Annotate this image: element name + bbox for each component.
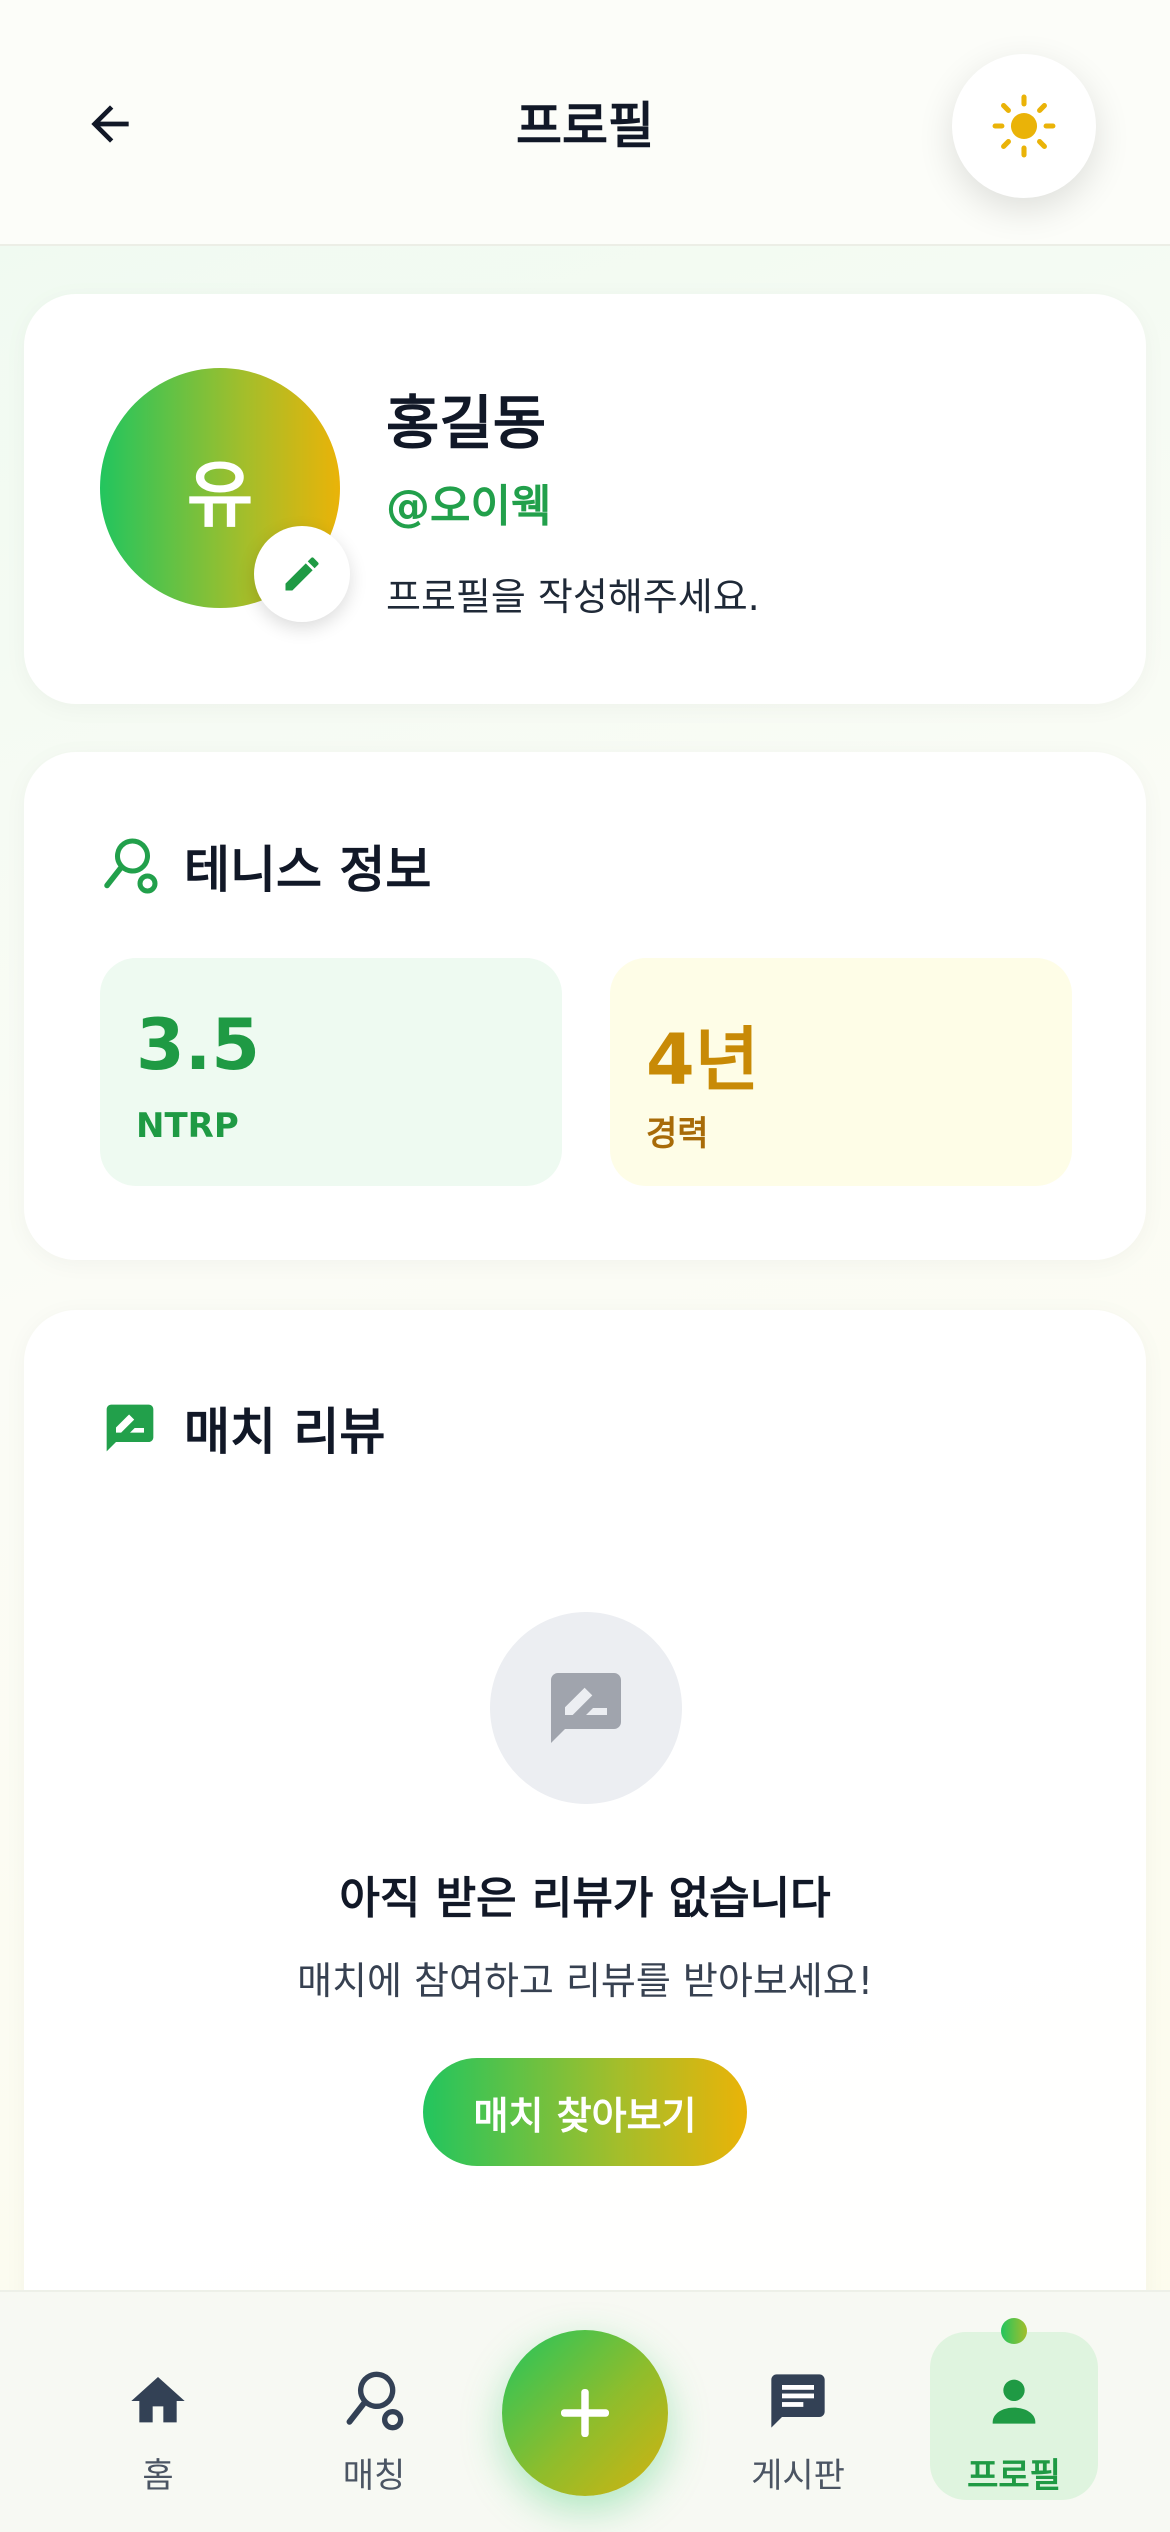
career-value: 4년 xyxy=(646,1019,760,1101)
racket-icon xyxy=(100,836,160,896)
theme-toggle-button[interactable] xyxy=(952,54,1096,198)
chat-icon xyxy=(771,2374,825,2428)
nav-matching-label: 매칭 xyxy=(342,2456,406,2496)
plus-icon xyxy=(561,2389,609,2437)
find-match-button[interactable]: 매치 찾아보기 xyxy=(423,2058,747,2166)
create-button[interactable] xyxy=(502,2330,668,2496)
profile-card: 유 홍길동 @오이웩 프로필을 작성해주세요. xyxy=(24,294,1146,704)
nav-home-label: 홈 xyxy=(142,2456,174,2496)
racket-icon xyxy=(346,2371,404,2431)
nav-profile-label: 프로필 xyxy=(967,2456,1061,2496)
nav-board[interactable]: 게시판 xyxy=(714,2332,882,2500)
empty-review-subtitle: 매치에 참여하고 리뷰를 받아보세요! xyxy=(297,1959,873,2003)
empty-review-title: 아직 받은 리뷰가 없습니다 xyxy=(339,1873,831,1924)
empty-review-illustration xyxy=(490,1612,682,1804)
nav-matching[interactable]: 매칭 xyxy=(290,2332,458,2500)
ntrp-label: NTRP xyxy=(136,1106,239,1146)
profile-bio: 프로필을 작성해주세요. xyxy=(386,575,760,619)
avatar-initial: 유 xyxy=(186,452,254,537)
person-icon xyxy=(992,2379,1036,2424)
career-stat: 4년 경력 xyxy=(610,958,1072,1186)
pencil-icon xyxy=(285,557,319,591)
ntrp-stat: 3.5 NTRP xyxy=(100,958,562,1186)
nav-home[interactable]: 홈 xyxy=(74,2332,242,2500)
review-title: 매치 리뷰 xyxy=(184,1403,386,1461)
match-review-card: 매치 리뷰 아직 받은 리뷰가 없습니다 매치에 참여하고 리뷰를 받아보세요!… xyxy=(24,1310,1146,2310)
active-indicator-dot xyxy=(1001,2318,1027,2344)
top-app-bar: 프로필 xyxy=(0,0,1170,246)
home-icon xyxy=(131,2377,185,2423)
profile-name: 홍길동 xyxy=(386,389,547,457)
career-label: 경력 xyxy=(646,1114,709,1154)
edit-avatar-button[interactable] xyxy=(254,526,350,622)
review-empty-icon xyxy=(551,1673,621,1743)
tennis-info-title: 테니스 정보 xyxy=(184,841,432,899)
tennis-info-card: 테니스 정보 3.5 NTRP 4년 경력 xyxy=(24,752,1146,1260)
sun-icon xyxy=(992,94,1056,158)
tennis-info-header: 테니스 정보 xyxy=(100,830,431,902)
profile-handle: @오이웩 xyxy=(386,481,552,532)
nav-profile[interactable]: 프로필 xyxy=(930,2318,1098,2500)
review-header: 매치 리뷰 xyxy=(100,1392,385,1464)
review-icon xyxy=(100,1398,160,1458)
ntrp-value: 3.5 xyxy=(136,1004,261,1086)
nav-board-label: 게시판 xyxy=(751,2456,845,2496)
